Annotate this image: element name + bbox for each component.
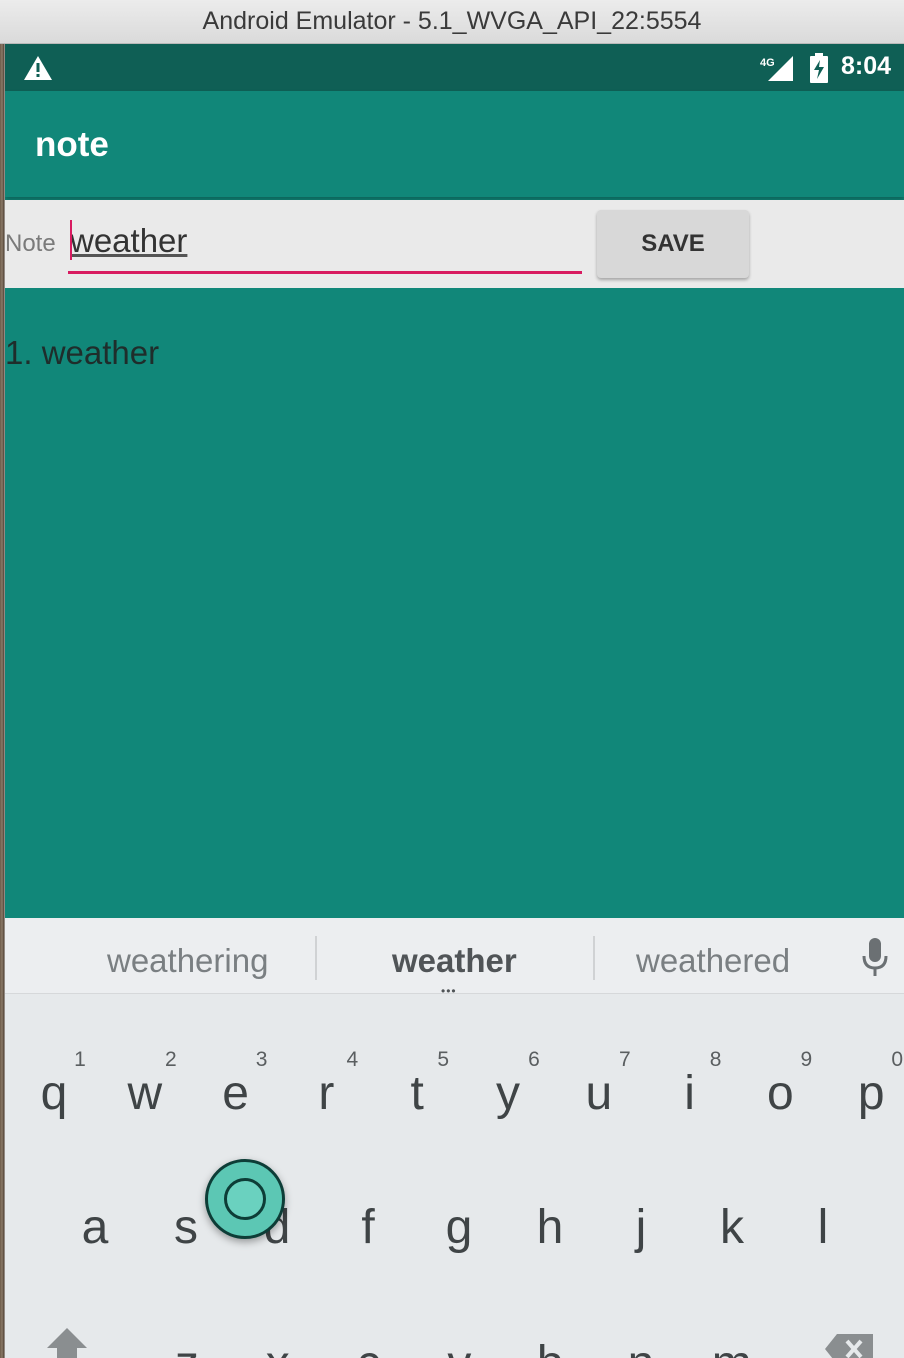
key-label: f [361,1201,375,1254]
key-label: q [40,1067,68,1120]
key-label: g [445,1201,473,1254]
key-q[interactable]: 1q [24,1048,86,1128]
suggestion-center[interactable]: weather [392,942,517,980]
key-label: z [157,1336,217,1358]
key-label: u [585,1067,613,1120]
key-p[interactable]: 0p [841,1048,903,1128]
key-label: a [81,1201,109,1254]
status-bar: 4G 8:04 [5,44,904,91]
key-a[interactable]: a [65,1182,125,1262]
suggestion-right[interactable]: weathered [636,942,790,980]
key-label: n [611,1336,671,1358]
device-screen: 4G 8:04 note Note weather SAVE 1. weathe… [5,44,904,1358]
key-label: v [429,1336,489,1358]
window-title: Android Emulator - 5.1_WVGA_API_22:5554 [202,7,702,35]
soft-keyboard: weathering weather ••• weathered 1q 2w 3e 4… [5,918,904,1358]
more-suggestions-indicator: ••• [441,984,457,998]
network-type-label: 4G [760,57,775,69]
key-v[interactable]: v [429,1318,489,1358]
battery-charging-icon [810,53,828,83]
key-y[interactable]: 6y [478,1048,540,1128]
key-g[interactable]: g [429,1182,489,1262]
key-label: w [127,1067,163,1120]
key-label: p [857,1067,885,1120]
suggestion-divider [593,936,595,980]
touch-indicator [205,1159,285,1239]
signal-4g-icon: 4G [760,56,793,81]
key-k[interactable]: k [702,1182,762,1262]
note-input-row: Note weather SAVE [5,200,904,288]
key-j[interactable]: j [611,1182,671,1262]
note-input-value: weather [70,222,188,259]
key-label: m [702,1336,762,1358]
text-cursor [70,220,72,260]
key-label: h [536,1201,564,1254]
key-c[interactable]: c [339,1318,399,1358]
key-u[interactable]: 7u [569,1048,630,1128]
suggestion-divider [315,936,317,980]
key-i[interactable]: 8i [660,1048,721,1128]
key-x[interactable]: x [248,1318,308,1358]
key-l[interactable]: l [793,1182,853,1262]
key-t[interactable]: 5t [387,1048,450,1128]
warning-icon [24,56,52,80]
key-label: i [684,1067,695,1120]
save-button-label: SAVE [641,230,705,257]
key-label: k [720,1201,744,1254]
list-item[interactable]: 1. weather [5,334,904,374]
note-input-field[interactable]: weather [68,216,582,274]
status-clock: 8:04 [841,52,892,80]
suggestion-left[interactable]: weathering [107,942,268,980]
notes-list: 1. weather [5,334,904,374]
save-button[interactable]: SAVE [597,210,749,278]
window-titlebar: Android Emulator - 5.1_WVGA_API_22:5554 [0,0,904,44]
key-label: x [248,1336,308,1358]
key-z[interactable]: z [157,1318,217,1358]
key-h[interactable]: h [520,1182,580,1262]
backspace-icon[interactable] [823,1332,875,1358]
suggestion-strip: weathering weather ••• weathered [5,918,904,998]
key-w[interactable]: 2w [115,1048,176,1128]
key-label: t [410,1067,424,1120]
key-label: l [817,1201,829,1254]
microphone-icon[interactable] [861,938,889,978]
app-toolbar: note [5,91,904,197]
key-label: o [767,1067,794,1120]
key-label: r [318,1067,335,1120]
touch-indicator-inner [224,1178,266,1220]
app-title: note [35,125,109,164]
key-label: e [222,1067,249,1120]
key-b[interactable]: b [520,1318,580,1358]
key-m[interactable]: m [702,1318,762,1358]
key-e[interactable]: 3e [206,1048,267,1128]
key-label: c [339,1336,399,1358]
key-f[interactable]: f [338,1182,398,1262]
key-label: j [635,1201,647,1254]
shift-icon[interactable] [45,1326,89,1358]
key-label: b [520,1336,580,1358]
key-n[interactable]: n [611,1318,671,1358]
key-label: y [496,1067,520,1120]
key-r[interactable]: 4r [296,1048,358,1128]
key-o[interactable]: 9o [750,1048,812,1128]
note-field-label: Note [5,230,56,257]
